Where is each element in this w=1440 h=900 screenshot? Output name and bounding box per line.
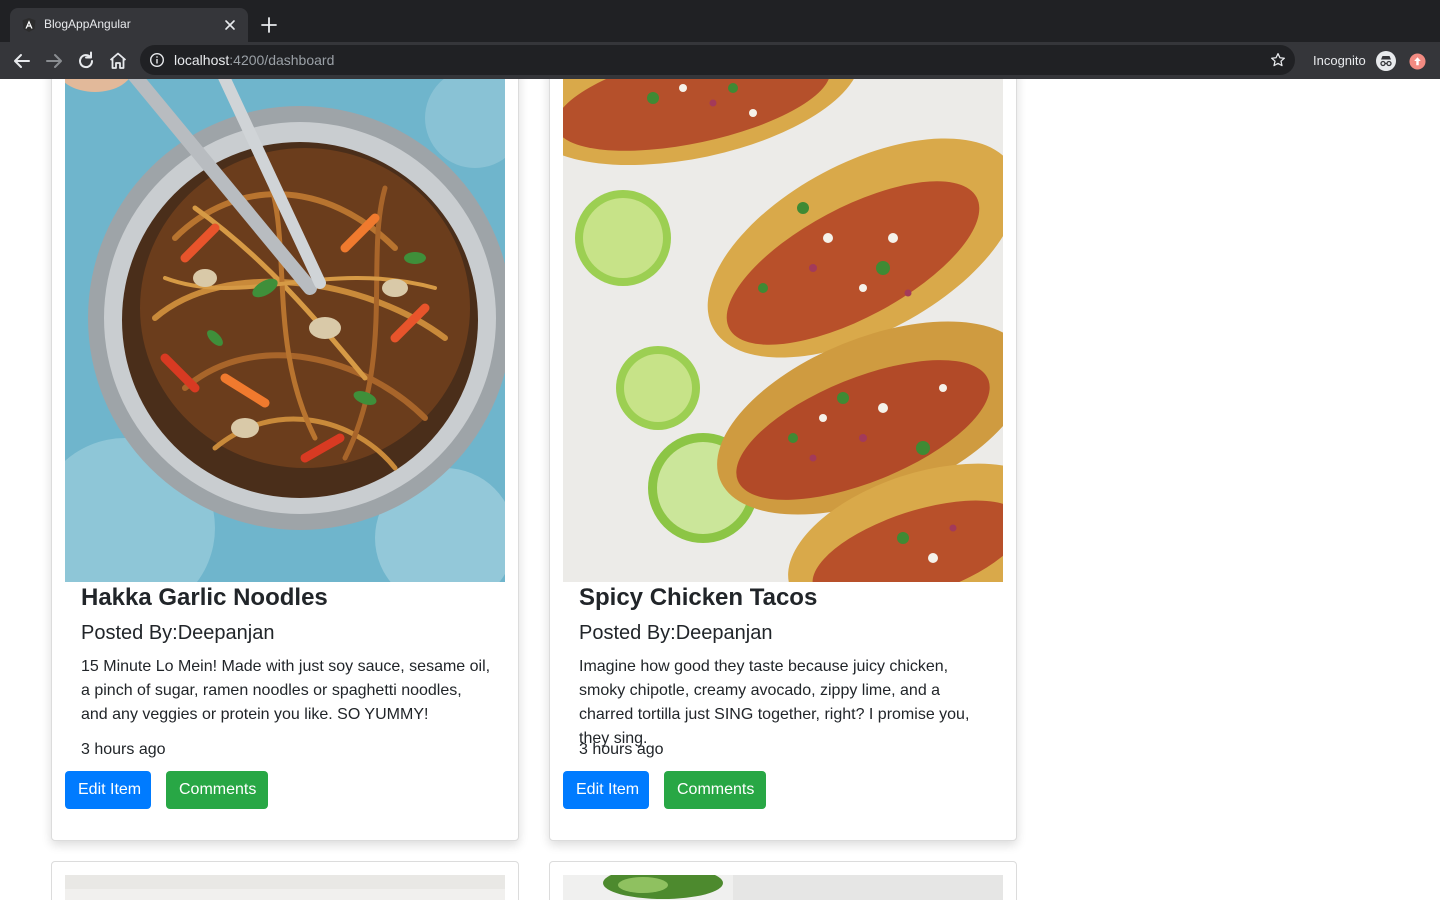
comments-button[interactable]: Comments <box>166 771 268 809</box>
arrow-left-icon[interactable] <box>10 49 34 73</box>
post-card: Hakka Garlic Noodles Posted By:Deepanjan… <box>51 79 519 841</box>
address-url[interactable]: localhost:4200/dashboard <box>174 52 334 68</box>
url-path: :4200/dashboard <box>229 52 335 68</box>
info-icon[interactable] <box>149 52 165 68</box>
arrow-right-icon[interactable] <box>42 49 66 73</box>
page-viewport: Hakka Garlic Noodles Posted By:Deepanjan… <box>0 79 1440 900</box>
post-title: Hakka Garlic Noodles <box>81 584 328 611</box>
post-author: Posted By:Deepanjan <box>81 622 275 644</box>
incognito-label: Incognito <box>1313 53 1366 68</box>
post-time: 3 hours ago <box>81 741 166 758</box>
post-author: Posted By:Deepanjan <box>579 622 773 644</box>
post-card <box>51 861 519 900</box>
edit-item-button[interactable]: Edit Item <box>563 771 649 809</box>
reload-icon[interactable] <box>74 49 98 73</box>
address-bar[interactable]: localhost:4200/dashboard <box>140 45 1295 75</box>
incognito-icon[interactable] <box>1375 50 1397 72</box>
comments-button[interactable]: Comments <box>664 771 766 809</box>
post-description: Imagine how good they taste because juic… <box>579 658 970 747</box>
post-card: Spicy Chicken Tacos Posted By:Deepanjan … <box>549 79 1017 841</box>
edit-item-button[interactable]: Edit Item <box>65 771 151 809</box>
star-icon[interactable] <box>1269 51 1287 69</box>
plus-icon[interactable] <box>258 14 280 36</box>
close-icon[interactable] <box>220 15 240 35</box>
post-image <box>65 875 505 900</box>
post-card <box>549 861 1017 900</box>
post-title: Spicy Chicken Tacos <box>579 584 818 611</box>
browser-tab-strip: BlogAppAngular <box>0 0 1440 42</box>
post-image-tacos <box>563 79 1003 582</box>
post-image <box>563 875 1003 900</box>
browser-toolbar: localhost:4200/dashboard Incognito <box>0 42 1440 79</box>
angular-logo-icon <box>22 18 36 32</box>
tacos-photo <box>563 79 1003 582</box>
noodles-photo <box>65 79 505 582</box>
home-icon[interactable] <box>106 49 130 73</box>
tab-title: BlogAppAngular <box>44 17 131 31</box>
post-description: 15 Minute Lo Mein! Made with just soy sa… <box>81 658 491 723</box>
extension-icon[interactable] <box>1409 53 1426 70</box>
post-image-noodles <box>65 79 505 582</box>
post-time: 3 hours ago <box>579 741 664 758</box>
browser-tab[interactable]: BlogAppAngular <box>10 8 248 42</box>
url-host: localhost <box>174 52 230 68</box>
